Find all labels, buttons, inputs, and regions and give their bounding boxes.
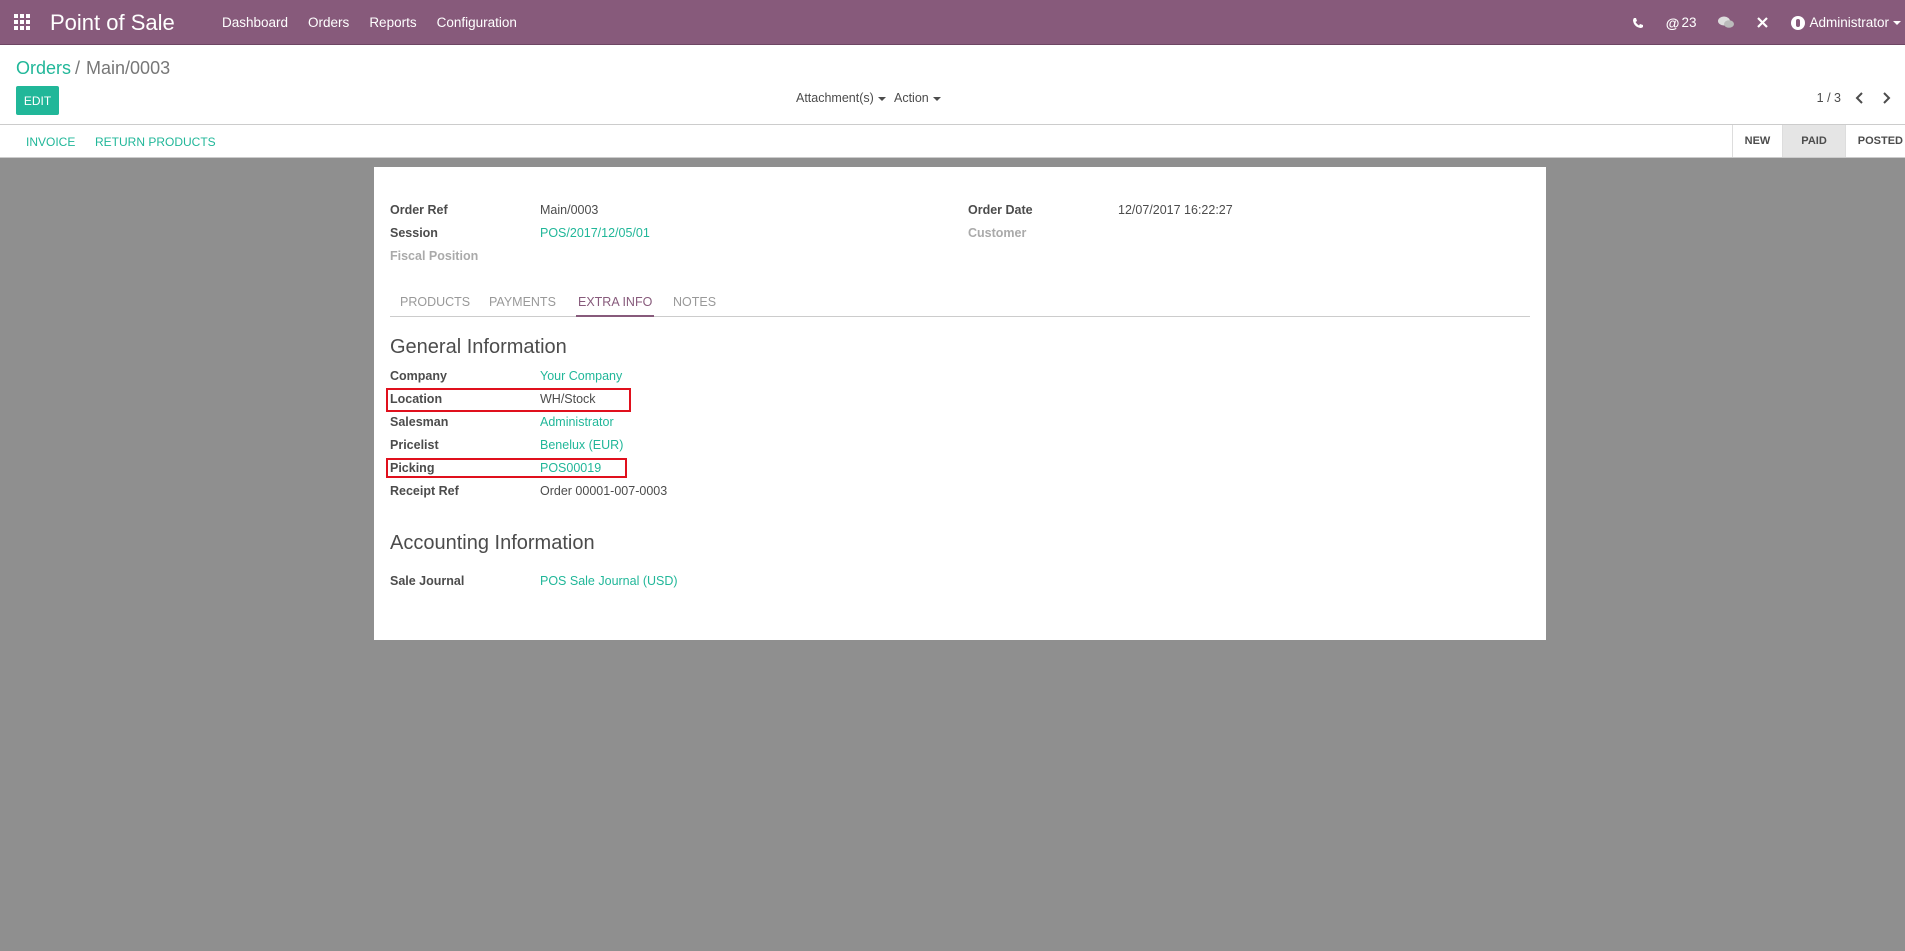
mentions-button[interactable]: @ 23 [1666, 15, 1697, 31]
chevron-down-icon [1893, 20, 1901, 25]
breadcrumb: Orders / Main/0003 [16, 58, 170, 79]
invoice-button[interactable]: INVOICE [26, 135, 75, 149]
session-label: Session [390, 226, 438, 240]
session-link[interactable]: POS/2017/12/05/01 [540, 226, 650, 240]
breadcrumb-separator: / [75, 58, 81, 78]
order-ref-label: Order Ref [390, 203, 448, 217]
salesman-label: Salesman [390, 415, 449, 429]
sale-journal-label: Sale Journal [390, 574, 465, 588]
company-link[interactable]: Your Company [540, 369, 622, 383]
pager-value[interactable]: 1 / 3 [1817, 91, 1841, 105]
salesman-link[interactable]: Administrator [540, 415, 614, 429]
action-label: Action [894, 91, 929, 105]
breadcrumb-current: Main/0003 [86, 58, 171, 78]
pricelist-link[interactable]: Benelux (EUR) [540, 438, 623, 452]
attachments-dropdown[interactable]: Attachment(s) [796, 91, 886, 105]
stage-paid[interactable]: PAID [1782, 125, 1845, 157]
accounting-information-title: Accounting Information [390, 532, 595, 554]
form-tabs: PRODUCTS PAYMENTS EXTRA INFO NOTES [390, 287, 1530, 317]
pager-previous-icon[interactable] [1855, 92, 1865, 107]
picking-highlight-box [386, 458, 627, 478]
return-products-button[interactable]: RETURN PRODUCTS [95, 135, 216, 149]
tab-extra-info[interactable]: EXTRA INFO [575, 295, 655, 317]
control-panel: Orders / Main/0003 EDIT Attachment(s) Acti… [0, 45, 1905, 125]
pager-next-icon[interactable] [1881, 92, 1891, 107]
customer-label: Customer [968, 226, 1027, 240]
main-menu: Dashboard Orders Reports Configuration [222, 15, 517, 30]
at-icon: @ [1665, 14, 1680, 31]
sale-journal-link[interactable]: POS Sale Journal (USD) [540, 574, 678, 588]
action-dropdown[interactable]: Action [894, 91, 941, 105]
edit-button[interactable]: EDIT [16, 86, 59, 115]
receipt-ref-label: Receipt Ref [390, 484, 459, 498]
stage-new[interactable]: NEW [1731, 125, 1783, 157]
mentions-count: 23 [1681, 15, 1697, 30]
phone-icon[interactable] [1632, 17, 1644, 29]
form-statusbar: INVOICE RETURN PRODUCTS NEW PAID POSTED [0, 125, 1905, 158]
receipt-ref-value: Order 00001-007-0003 [540, 484, 668, 498]
attachments-label: Attachment(s) [796, 91, 874, 105]
app-brand[interactable]: Point of Sale [50, 10, 175, 36]
tab-notes[interactable]: NOTES [673, 295, 716, 309]
apps-grid-icon[interactable] [14, 14, 32, 30]
stage-posted[interactable]: POSTED [1844, 125, 1905, 157]
tab-products[interactable]: PRODUCTS [400, 295, 470, 309]
chevron-down-icon [877, 96, 886, 101]
form-sheet: Order Ref Main/0003 Session POS/2017/12/… [374, 167, 1546, 640]
menu-orders[interactable]: Orders [308, 15, 349, 30]
user-menu[interactable]: Administrator [1791, 15, 1901, 30]
fiscal-position-label: Fiscal Position [390, 249, 479, 263]
menu-configuration[interactable]: Configuration [437, 15, 517, 30]
tab-payments[interactable]: PAYMENTS [489, 295, 556, 309]
top-navbar: Point of Sale Dashboard Orders Reports C… [0, 0, 1905, 45]
order-ref-value: Main/0003 [540, 203, 599, 217]
stage-bar: NEW PAID POSTED [1731, 125, 1905, 157]
user-avatar-icon [1791, 15, 1806, 30]
user-name: Administrator [1809, 15, 1889, 30]
chevron-down-icon [932, 96, 941, 101]
chat-icon[interactable] [1718, 16, 1735, 29]
order-date-label: Order Date [968, 203, 1033, 217]
location-highlight-box [386, 388, 631, 412]
systray: @ 23 Administrator [1610, 0, 1905, 45]
company-label: Company [390, 369, 447, 383]
debug-tools-icon[interactable] [1756, 16, 1769, 29]
order-date-value: 12/07/2017 16:22:27 [1118, 203, 1233, 217]
general-information-title: General Information [390, 336, 567, 358]
menu-dashboard[interactable]: Dashboard [222, 15, 288, 30]
breadcrumb-orders[interactable]: Orders [16, 58, 71, 78]
pricelist-label: Pricelist [390, 438, 439, 452]
menu-reports[interactable]: Reports [369, 15, 416, 30]
